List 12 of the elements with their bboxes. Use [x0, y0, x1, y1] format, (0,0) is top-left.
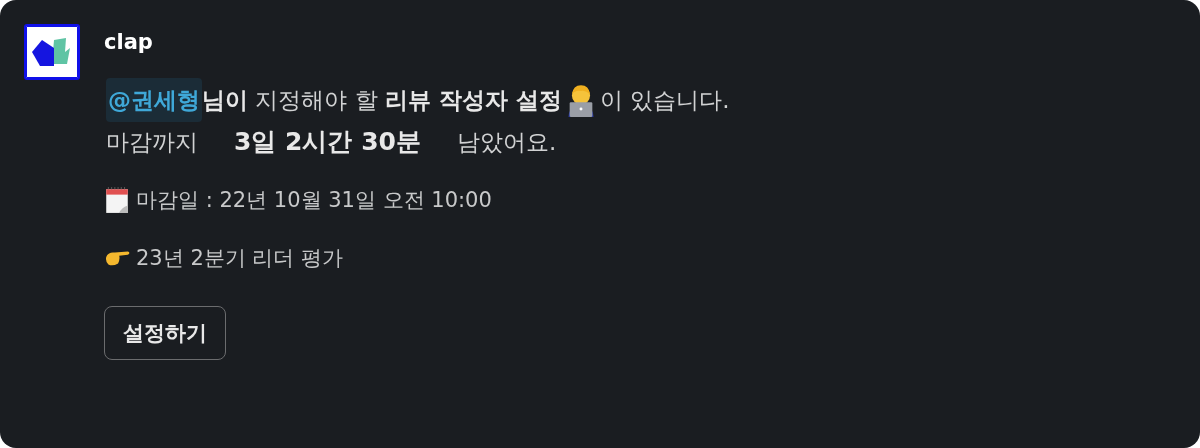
action-button[interactable]: 설정하기 — [104, 306, 226, 360]
user-mention[interactable]: @권세형 — [106, 78, 202, 122]
bot-name: clap — [104, 29, 153, 56]
calendar-icon — [104, 186, 130, 214]
detail-text: 마감일 : 22년 10월 31일 오전 10:00 — [136, 187, 492, 214]
detail-text: 23년 2분기 리더 평가 — [136, 245, 344, 272]
message-text: 님이 지정해야 할 리뷰 작성자 설정 — [202, 86, 562, 115]
message-text: 이 있습니다. — [599, 86, 730, 115]
deadline-label: 마감까지 — [106, 128, 198, 157]
remaining-time: 3일 2시간 30분 — [234, 126, 421, 158]
logo-icon — [32, 36, 72, 68]
deadline-suffix: 남았어요. — [457, 128, 557, 157]
